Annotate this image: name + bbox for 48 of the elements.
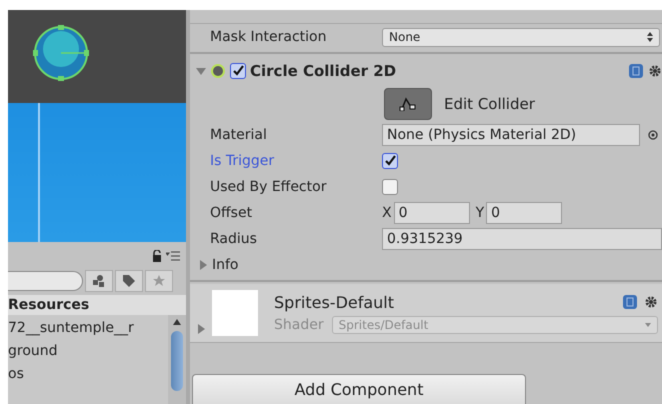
field-label: Radius [210,231,258,247]
scrollbar[interactable] [168,315,186,404]
filter-label-button[interactable] [115,270,143,292]
asset-item[interactable]: os [8,363,168,386]
enable-checkbox[interactable] [230,63,246,79]
field-label: Offset [210,205,254,221]
field-label: Material [210,127,268,143]
star-icon [153,275,165,287]
radius-field[interactable]: 0.9315239 [382,228,662,250]
edit-collider-label: Edit Collider [444,95,535,113]
edit-collider-button[interactable] [384,88,432,120]
checkbox[interactable] [382,179,398,195]
checkbox[interactable] [382,153,398,169]
shapes-icon [93,275,105,287]
shader-label: Shader [274,316,324,332]
material-field[interactable]: None (Physics Material 2D) [382,124,640,146]
search-field[interactable] [8,271,83,291]
help-icon[interactable] [622,294,638,310]
foldout-label[interactable]: Info [212,257,384,273]
asset-item[interactable]: 72__suntemple__r [8,317,168,340]
offset-field[interactable]: 0 [394,202,470,224]
menu-icon[interactable] [166,251,180,261]
mask-interaction-dropdown[interactable]: None [382,28,660,46]
filter-type-button[interactable] [85,270,113,292]
ball-sprite-drawing [31,23,91,83]
axis-label: Y [476,205,484,221]
collider-icon [210,63,226,79]
settings-icon[interactable] [644,295,658,309]
offset-field[interactable]: 0 [486,202,562,224]
scroll-up-arrow-icon[interactable] [173,319,182,325]
settings-icon[interactable] [648,64,662,78]
field-label: Is Trigger [210,153,276,169]
lock-icon[interactable] [152,250,162,262]
field-label: Mask Interaction [210,29,328,45]
material-name: Sprites-Default [274,292,396,312]
tag-icon [123,275,135,287]
component-title: Circle Collider 2D [250,62,398,80]
polygon-edit-icon [399,97,417,111]
asset-item[interactable]: ground [8,340,168,363]
material-preview [212,290,258,336]
foldout-arrow-icon[interactable] [196,324,206,334]
field-label: Used By Effector [210,179,328,195]
axis-label: X [382,205,392,221]
dropdown-arrow-icon [645,322,651,326]
up-down-arrows-icon [647,32,653,42]
folder-title: Resources [8,295,186,315]
object-picker-icon[interactable] [648,130,658,140]
add-component-button[interactable]: Add Component [192,374,526,404]
